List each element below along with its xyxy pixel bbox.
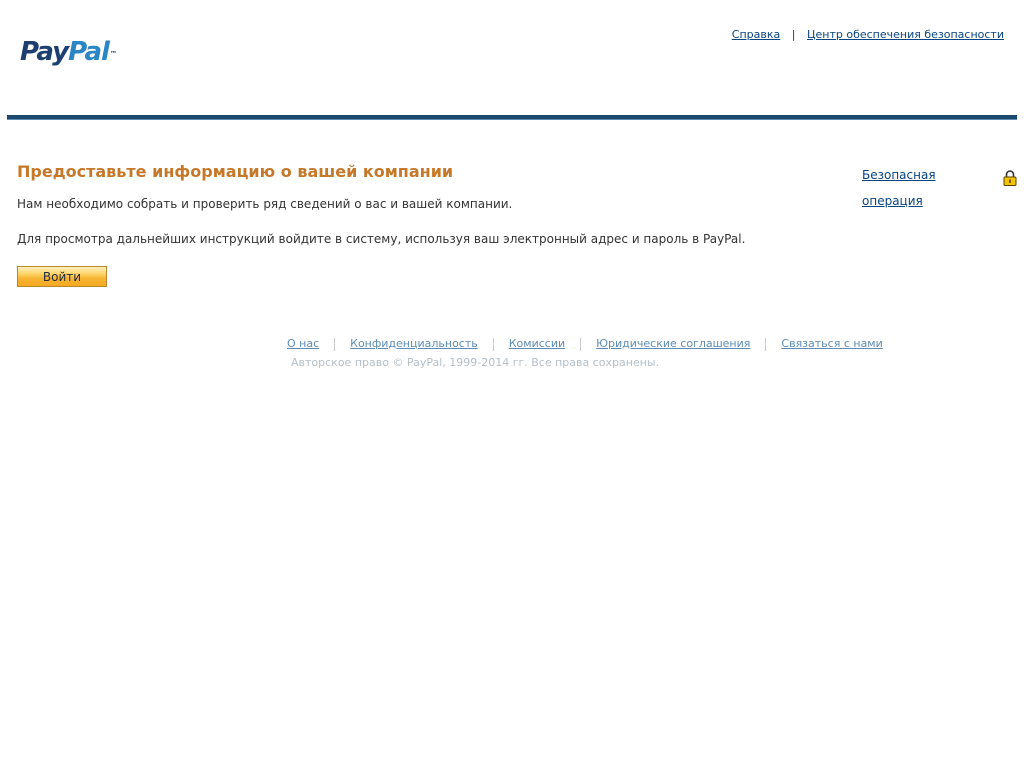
- footer-divider: [580, 337, 582, 351]
- copyright-text: Авторское право © PayPal, 1999-2014 гг. …: [291, 356, 660, 369]
- secure-transaction-link[interactable]: Безопасная операция: [862, 162, 982, 214]
- footer-divider: [765, 337, 767, 351]
- padlock-icon: [1003, 170, 1017, 186]
- footer-link-about[interactable]: О нас: [287, 337, 319, 350]
- intro-text: Нам необходимо собрать и проверить ряд с…: [17, 197, 513, 211]
- login-button[interactable]: Войти: [17, 266, 107, 287]
- page-header: PayPal™ Справка | Центр обеспечения безо…: [0, 0, 1024, 122]
- main-content: Предоставьте информацию о вашей компании…: [0, 122, 1024, 312]
- footer-divider: [492, 337, 494, 351]
- top-nav: Справка | Центр обеспечения безопасности: [732, 28, 1004, 42]
- instructions-text: Для просмотра дальнейших инструкций войд…: [17, 232, 746, 246]
- header-divider: [7, 115, 1017, 120]
- footer-link-fees[interactable]: Комиссии: [509, 337, 565, 350]
- top-nav-separator: |: [791, 28, 796, 41]
- logo-trademark: ™: [109, 50, 117, 58]
- logo-pay-text: Pay: [20, 37, 69, 67]
- footer-nav: О нас Конфиденциальность Комиссии Юридическ…: [287, 337, 883, 351]
- footer-link-privacy[interactable]: Конфиденциальность: [350, 337, 478, 350]
- footer-link-contact[interactable]: Связаться с нами: [781, 337, 882, 350]
- security-center-link[interactable]: Центр обеспечения безопасности: [807, 28, 1004, 41]
- page-title: Предоставьте информацию о вашей компании: [17, 162, 454, 181]
- footer-link-legal[interactable]: Юридические соглашения: [596, 337, 750, 350]
- paypal-logo[interactable]: PayPal™: [20, 36, 117, 68]
- footer-divider: [334, 337, 336, 351]
- logo-pal-text: Pal: [68, 37, 110, 67]
- help-link[interactable]: Справка: [732, 28, 780, 41]
